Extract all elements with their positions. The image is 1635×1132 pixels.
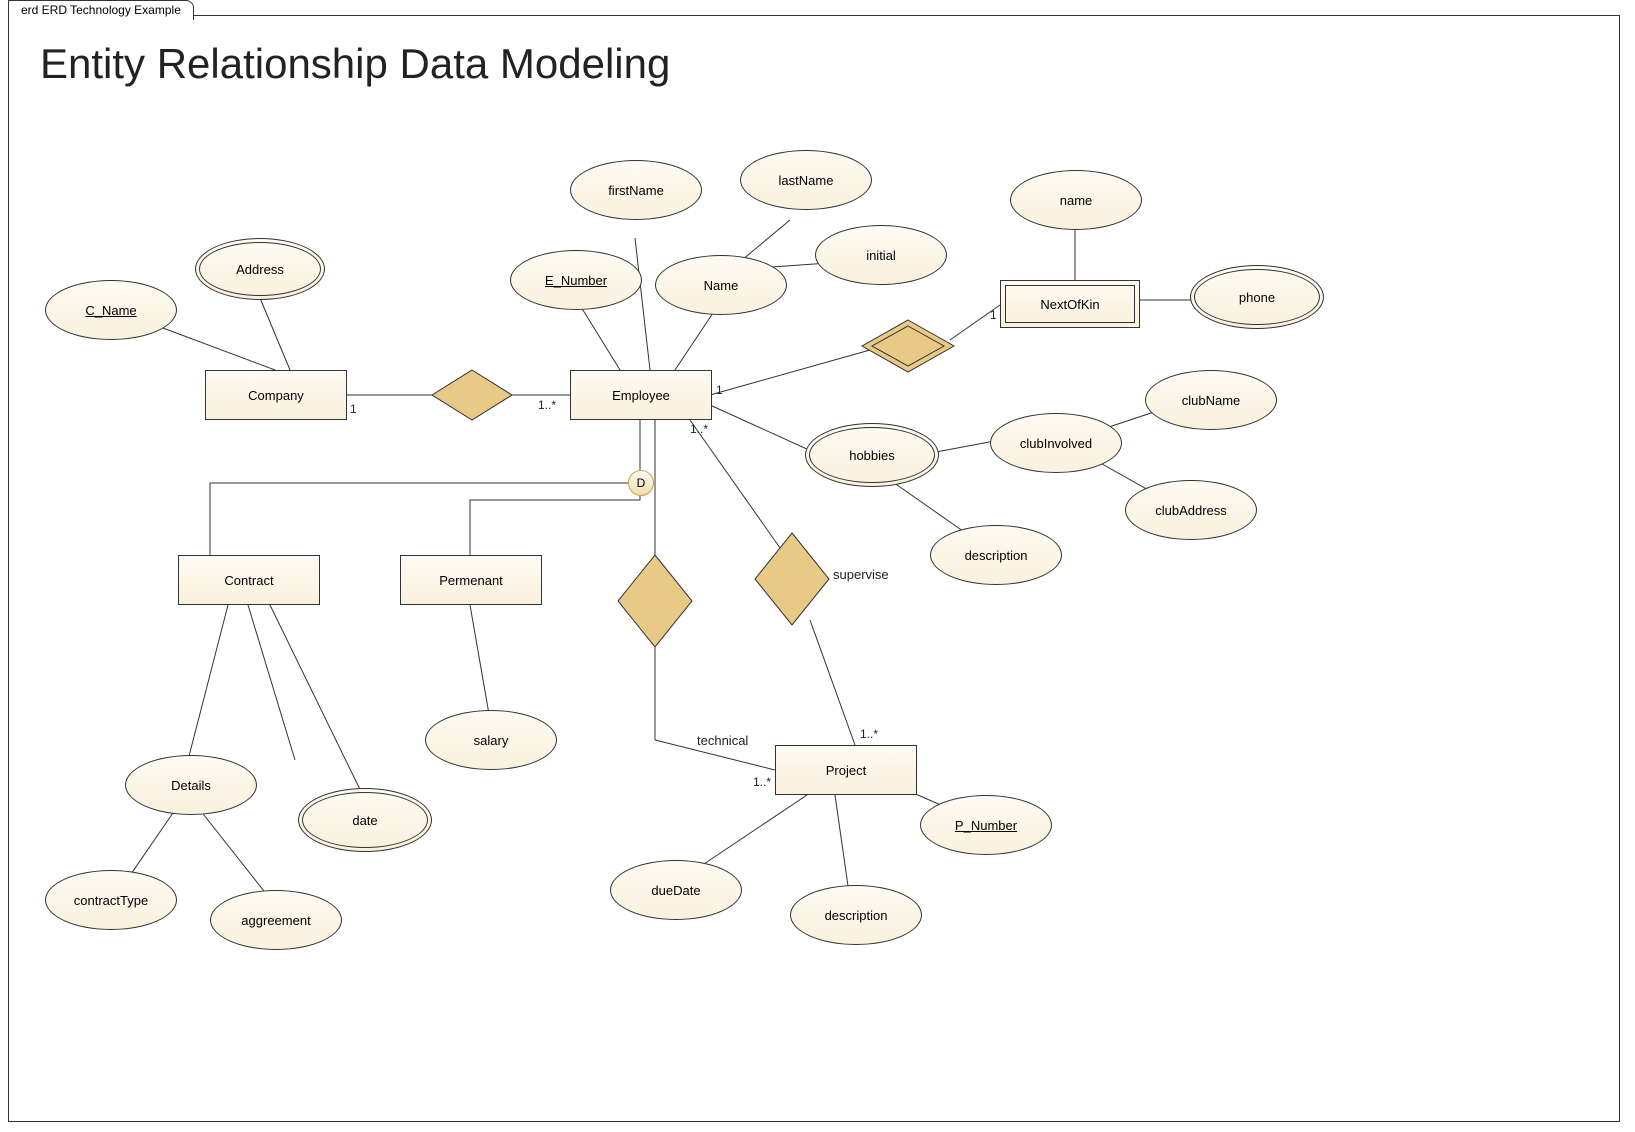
attr-nok-name: name: [1010, 170, 1140, 228]
entity-project: Project: [775, 745, 917, 795]
attr-duedate: dueDate: [610, 860, 740, 918]
card-project-supervise: 1..*: [860, 727, 878, 741]
card-project-technical: 1..*: [753, 775, 771, 789]
entity-nextofkin-label: NextOfKin: [1040, 297, 1099, 312]
attr-p-description-label: description: [825, 908, 888, 923]
disjoint-circle: D: [628, 470, 654, 496]
attr-address: Address: [195, 238, 325, 300]
attr-p-number-label: P_Number: [955, 818, 1017, 833]
entity-permenant: Permenant: [400, 555, 542, 605]
entity-company: Company: [205, 370, 347, 420]
card-company: 1: [350, 402, 357, 416]
entity-company-label: Company: [248, 388, 304, 403]
attr-contracttype-label: contractType: [74, 893, 148, 908]
attr-e-number: E_Number: [510, 250, 640, 308]
attr-p-number: P_Number: [920, 795, 1050, 853]
attr-aggreement: aggreement: [210, 890, 340, 948]
attr-e-number-label: E_Number: [545, 273, 607, 288]
attr-clubaddress: clubAddress: [1125, 480, 1255, 538]
relationship-supervise: [755, 533, 829, 630]
disjoint-label: D: [637, 476, 646, 490]
attr-c-name-label: C_Name: [85, 303, 136, 318]
attr-phone: phone: [1190, 265, 1324, 329]
attr-initial-label: initial: [866, 248, 896, 263]
attr-aggreement-label: aggreement: [241, 913, 310, 928]
entity-project-label: Project: [826, 763, 866, 778]
attr-nok-description-label: description: [965, 548, 1028, 563]
entity-contract-label: Contract: [224, 573, 273, 588]
attr-lastname-label: lastName: [779, 173, 834, 188]
card-employee-to-project: 1..*: [690, 422, 708, 436]
attr-name: Name: [655, 255, 785, 313]
attr-clubname-label: clubName: [1182, 393, 1241, 408]
entity-permenant-label: Permenant: [439, 573, 503, 588]
entity-nextofkin: NextOfKin: [1000, 280, 1140, 328]
attr-firstname-label: firstName: [608, 183, 664, 198]
card-employee-from-company: 1..*: [538, 398, 556, 412]
attr-initial: initial: [815, 225, 945, 283]
attr-lastname: lastName: [740, 150, 870, 208]
attr-p-description: description: [790, 885, 920, 943]
entity-contract: Contract: [178, 555, 320, 605]
attr-contracttype: contractType: [45, 870, 175, 928]
relationship-company-employee: [432, 370, 512, 425]
diagram-tab: erd ERD Technology Example: [8, 0, 194, 20]
attr-clubaddress-label: clubAddress: [1155, 503, 1227, 518]
label-supervise: supervise: [833, 567, 889, 582]
attr-date: date: [298, 788, 432, 852]
card-employee-to-nok: 1: [716, 383, 723, 397]
attr-hobbies-label: hobbies: [849, 448, 895, 463]
label-technical: technical: [697, 733, 748, 748]
attr-salary: salary: [425, 710, 555, 768]
entity-employee: Employee: [570, 370, 712, 420]
attr-duedate-label: dueDate: [651, 883, 700, 898]
diagram-title: Entity Relationship Data Modeling: [40, 40, 670, 88]
entity-employee-label: Employee: [612, 388, 670, 403]
attr-c-name: C_Name: [45, 280, 175, 338]
attr-hobbies: hobbies: [805, 423, 939, 487]
attr-clubinvolved-label: clubInvolved: [1020, 436, 1092, 451]
attr-phone-label: phone: [1239, 290, 1275, 305]
attr-clubname: clubName: [1145, 370, 1275, 428]
attr-date-label: date: [352, 813, 377, 828]
card-nok: 1: [990, 308, 997, 322]
relationship-technical: [618, 555, 692, 652]
attr-nok-name-label: name: [1060, 193, 1093, 208]
attr-details: Details: [125, 755, 255, 813]
attr-details-label: Details: [171, 778, 211, 793]
attr-clubinvolved: clubInvolved: [990, 413, 1120, 471]
attr-address-label: Address: [236, 262, 284, 277]
attr-salary-label: salary: [474, 733, 509, 748]
attr-firstname: firstName: [570, 160, 700, 218]
relationship-employee-nextofkin: [862, 320, 954, 377]
attr-name-label: Name: [704, 278, 739, 293]
attr-nok-description: description: [930, 525, 1060, 583]
